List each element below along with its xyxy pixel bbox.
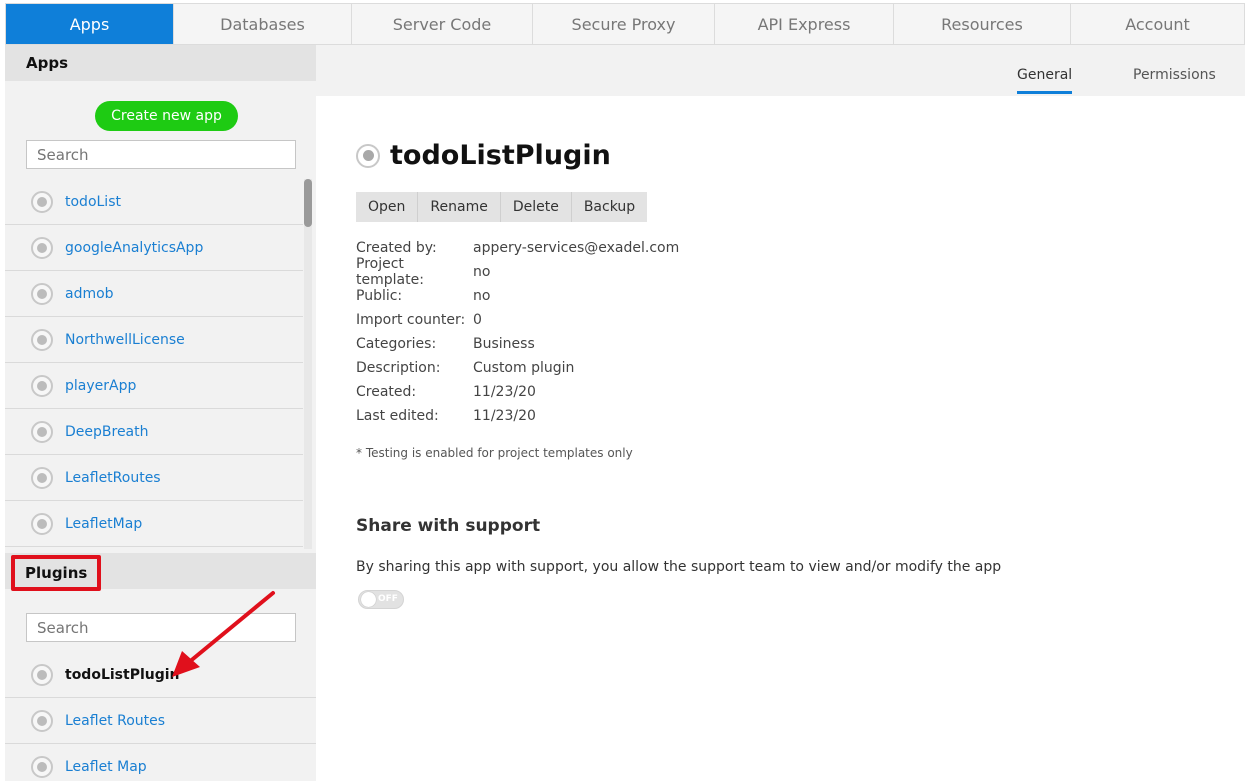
tab-resources[interactable]: Resources: [894, 4, 1071, 44]
apps-scrollbar[interactable]: [304, 179, 312, 549]
app-icon: [31, 466, 53, 489]
apps-heading: Apps: [5, 45, 316, 81]
plugins-section: Plugins: [5, 553, 316, 591]
create-new-app-button[interactable]: Create new app: [95, 101, 238, 131]
plugins-heading: Plugins: [11, 555, 101, 591]
tab-api-express[interactable]: API Express: [715, 4, 894, 44]
info-value: 11/23/20: [473, 384, 536, 400]
backup-button[interactable]: Backup: [572, 192, 647, 222]
info-key: Import counter:: [356, 312, 466, 328]
rename-button[interactable]: Rename: [418, 192, 501, 222]
app-item-admob[interactable]: admob: [5, 271, 303, 317]
info-row: Project template: no: [356, 256, 679, 288]
info-value: no: [473, 288, 491, 304]
delete-button[interactable]: Delete: [501, 192, 572, 222]
red-arrow-icon: [172, 591, 275, 677]
detail-header: todoListPlugin: [356, 140, 611, 171]
apps-scrollbar-thumb[interactable]: [304, 179, 312, 227]
tab-permissions[interactable]: Permissions: [1133, 67, 1216, 83]
testing-note: * Testing is enabled for project templat…: [356, 446, 633, 460]
share-heading: Share with support: [356, 516, 541, 536]
info-row: Import counter: 0: [356, 308, 679, 332]
info-row: Created: 11/23/20: [356, 380, 679, 404]
tab-secure-proxy[interactable]: Secure Proxy: [533, 4, 715, 44]
info-value: no: [473, 264, 491, 280]
tab-account[interactable]: Account: [1071, 4, 1244, 44]
info-value: 0: [473, 312, 482, 328]
app-item-playerapp[interactable]: playerApp: [5, 363, 303, 409]
info-value: appery-services@exadel.com: [473, 240, 680, 256]
info-key: Description:: [356, 360, 441, 376]
tab-apps[interactable]: Apps: [6, 4, 174, 44]
tab-databases[interactable]: Databases: [174, 4, 352, 44]
info-key: Public:: [356, 288, 403, 304]
share-toggle[interactable]: OFF: [358, 590, 404, 609]
app-item-label: admob: [65, 285, 114, 302]
app-item-label: NorthwellLicense: [65, 331, 185, 348]
plugin-item-leaflet-routes[interactable]: Leaflet Routes: [5, 698, 316, 744]
plugin-icon: [31, 663, 53, 686]
page-title: todoListPlugin: [390, 140, 611, 171]
info-row: Last edited: 11/23/20: [356, 404, 679, 428]
info-row: Categories: Business: [356, 332, 679, 356]
app-item-leafletroutes[interactable]: LeafletRoutes: [5, 455, 303, 501]
app-item-northwelllicense[interactable]: NorthwellLicense: [5, 317, 303, 363]
info-row: Description: Custom plugin: [356, 356, 679, 380]
plugin-item-label: Leaflet Routes: [65, 712, 166, 729]
plugin-item-leaflet-map[interactable]: Leaflet Map: [5, 744, 316, 781]
info-table: Created by: appery-services@exadel.com Pr…: [356, 236, 679, 428]
apps-search-input[interactable]: [26, 140, 296, 169]
app-item-label: LeafletMap: [65, 515, 143, 532]
app-icon: [31, 236, 53, 259]
info-key: Project template:: [356, 256, 424, 288]
toggle-label: OFF: [378, 594, 398, 604]
info-value: 11/23/20: [473, 408, 536, 424]
app-item-googleanalyticsapp[interactable]: googleAnalyticsApp: [5, 225, 303, 271]
share-description: By sharing this app with support, you al…: [356, 559, 1002, 575]
app-icon: [31, 420, 53, 443]
app-item-label: playerApp: [65, 377, 137, 394]
plugin-icon: [31, 709, 53, 732]
info-value: Custom plugin: [473, 360, 575, 376]
app-icon: [31, 512, 53, 535]
toggle-knob: [361, 592, 376, 607]
open-button[interactable]: Open: [356, 192, 419, 222]
plugin-icon: [31, 755, 53, 778]
info-row: Public: no: [356, 284, 679, 308]
app-icon: [31, 328, 53, 351]
app-item-label: googleAnalyticsApp: [65, 239, 204, 256]
app-item-deepbreath[interactable]: DeepBreath: [5, 409, 303, 455]
info-key: Categories:: [356, 336, 437, 352]
top-nav: Apps Databases Server Code Secure Proxy …: [5, 3, 1245, 45]
tab-server-code[interactable]: Server Code: [352, 4, 533, 44]
app-item-label: LeafletRoutes: [65, 469, 161, 486]
app-item-todolist[interactable]: todoList: [5, 179, 303, 225]
plugin-item-label: Leaflet Map: [65, 758, 147, 775]
info-value: Business: [473, 336, 535, 352]
app-item-label: todoList: [65, 193, 121, 210]
plugin-icon: [356, 143, 380, 168]
apps-list: todoList googleAnalyticsApp admob Northw…: [5, 179, 303, 547]
detail-tabs-bar: General Permissions: [316, 45, 1245, 96]
info-key: Last edited:: [356, 408, 439, 424]
info-key: Created:: [356, 384, 417, 400]
app-item-leafletmap[interactable]: LeafletMap: [5, 501, 303, 547]
app-icon: [31, 374, 53, 397]
app-icon: [31, 282, 53, 305]
info-key: Created by:: [356, 240, 437, 256]
app-item-label: DeepBreath: [65, 423, 149, 440]
tab-general[interactable]: General: [1017, 67, 1073, 94]
app-icon: [31, 190, 53, 213]
action-buttons: Open Rename Delete Backup: [356, 192, 648, 222]
